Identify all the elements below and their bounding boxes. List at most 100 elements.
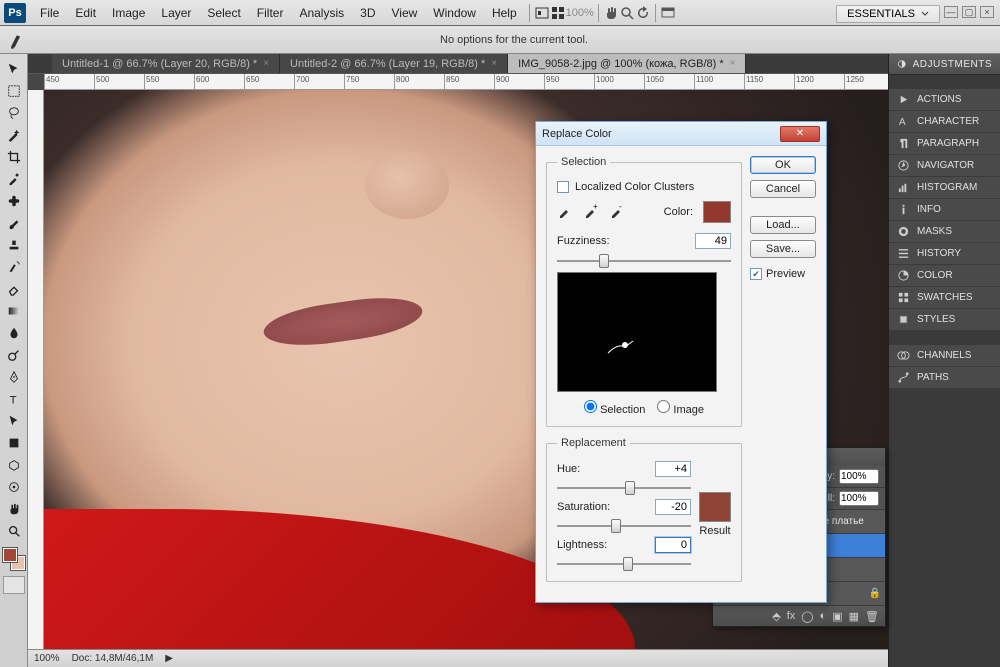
3d-tool[interactable]	[2, 454, 26, 476]
tab-close-icon[interactable]: ×	[491, 58, 497, 69]
document-tab-active[interactable]: IMG_9058-2.jpg @ 100% (кожа, RGB/8) *×	[508, 54, 746, 73]
zoom-tool-icon[interactable]	[619, 5, 635, 21]
panel-navigator[interactable]: NAVIGATOR	[889, 155, 1000, 177]
eyedropper-icon[interactable]	[557, 203, 573, 222]
lasso-tool[interactable]	[2, 102, 26, 124]
lightness-slider[interactable]	[557, 557, 691, 571]
localized-checkbox[interactable]	[557, 181, 569, 193]
type-tool[interactable]: T	[2, 388, 26, 410]
path-select-tool[interactable]	[2, 410, 26, 432]
selection-preview[interactable]	[557, 272, 717, 392]
color-swatches[interactable]	[3, 548, 25, 570]
hue-input[interactable]	[655, 461, 691, 477]
menu-view[interactable]: View	[383, 3, 425, 23]
eyedropper-plus-icon[interactable]: +	[583, 203, 599, 222]
ok-button[interactable]: OK	[750, 156, 816, 174]
lightness-input[interactable]	[655, 537, 691, 553]
menu-select[interactable]: Select	[199, 3, 248, 23]
3d-camera-tool[interactable]	[2, 476, 26, 498]
pen-tool[interactable]	[2, 366, 26, 388]
saturation-slider[interactable]	[557, 519, 691, 533]
cancel-button[interactable]: Cancel	[750, 180, 816, 198]
panel-swatches[interactable]: SWATCHES	[889, 287, 1000, 309]
eyedropper-minus-icon[interactable]: -	[609, 203, 625, 222]
maximize-button[interactable]: ▢	[962, 6, 976, 18]
workspace-switcher[interactable]: ESSENTIALS	[836, 5, 940, 23]
current-tool-icon[interactable]	[8, 31, 30, 49]
menu-window[interactable]: Window	[425, 3, 484, 23]
hand-tool[interactable]	[2, 498, 26, 520]
panel-styles[interactable]: STYLES	[889, 309, 1000, 331]
dialog-titlebar[interactable]: Replace Color ✕	[536, 122, 826, 146]
panel-masks[interactable]: MASKS	[889, 221, 1000, 243]
saturation-input[interactable]	[655, 499, 691, 515]
menu-edit[interactable]: Edit	[67, 3, 104, 23]
document-tab[interactable]: Untitled-1 @ 66.7% (Layer 20, RGB/8) *×	[52, 54, 280, 73]
menu-file[interactable]: File	[32, 3, 67, 23]
bridge-icon[interactable]	[534, 5, 550, 21]
fuzziness-slider[interactable]	[557, 254, 731, 268]
panel-character[interactable]: ACHARACTER	[889, 111, 1000, 133]
gradient-tool[interactable]	[2, 300, 26, 322]
hand-tool-icon[interactable]	[603, 5, 619, 21]
crop-tool[interactable]	[2, 146, 26, 168]
menu-image[interactable]: Image	[104, 3, 153, 23]
menu-analysis[interactable]: Analysis	[291, 3, 352, 23]
healing-tool[interactable]	[2, 190, 26, 212]
zoom-tool[interactable]	[2, 520, 26, 542]
selection-color-swatch[interactable]	[703, 201, 731, 223]
panel-color[interactable]: COLOR	[889, 265, 1000, 287]
panel-histogram[interactable]: HISTOGRAM	[889, 177, 1000, 199]
history-brush-tool[interactable]	[2, 256, 26, 278]
panel-history[interactable]: HISTORY	[889, 243, 1000, 265]
trash-icon[interactable]: 🗑	[865, 610, 879, 623]
radio-image[interactable]: Image	[657, 400, 704, 416]
menu-3d[interactable]: 3D	[352, 3, 383, 23]
tab-close-icon[interactable]: ×	[263, 58, 269, 69]
fuzziness-input[interactable]	[695, 233, 731, 249]
group-icon[interactable]: ▣	[832, 610, 842, 623]
foreground-color-swatch[interactable]	[3, 548, 17, 562]
stamp-tool[interactable]	[2, 234, 26, 256]
dodge-tool[interactable]	[2, 344, 26, 366]
panel-paragraph[interactable]: PARAGRAPH	[889, 133, 1000, 155]
screen-mode-icon[interactable]	[660, 5, 676, 21]
eyedropper-tool[interactable]	[2, 168, 26, 190]
eraser-tool[interactable]	[2, 278, 26, 300]
shape-tool[interactable]	[2, 432, 26, 454]
blur-tool[interactable]	[2, 322, 26, 344]
menu-layer[interactable]: Layer	[153, 3, 199, 23]
panel-info[interactable]: INFO	[889, 199, 1000, 221]
panel-actions[interactable]: ACTIONS	[889, 89, 1000, 111]
document-tab[interactable]: Untitled-2 @ 66.7% (Layer 19, RGB/8) *×	[280, 54, 508, 73]
zoom-dropdown[interactable]: 100%	[566, 5, 594, 21]
preview-checkbox[interactable]: ✔	[750, 268, 762, 280]
adjustment-layer-icon[interactable]: ◐	[820, 610, 827, 622]
link-layers-icon[interactable]: ⬘	[772, 610, 780, 623]
new-layer-icon[interactable]: ▦	[849, 610, 859, 623]
brush-tool[interactable]	[2, 212, 26, 234]
menu-help[interactable]: Help	[484, 3, 525, 23]
panel-paths[interactable]: PATHS	[889, 367, 1000, 389]
quick-mask-toggle[interactable]	[3, 576, 25, 594]
doc-size[interactable]: Doc: 14,8M/46,1M	[72, 653, 154, 664]
marquee-tool[interactable]	[2, 80, 26, 102]
fill-input[interactable]	[839, 491, 879, 506]
menu-filter[interactable]: Filter	[249, 3, 292, 23]
opacity-input[interactable]	[839, 469, 879, 484]
close-button[interactable]: ×	[980, 6, 994, 18]
save-button[interactable]: Save...	[750, 240, 816, 258]
radio-selection[interactable]: Selection	[584, 400, 645, 416]
dialog-close-button[interactable]: ✕	[780, 126, 820, 142]
adjustments-panel-header[interactable]: ADJUSTMENTS	[889, 54, 1000, 75]
zoom-level[interactable]: 100%	[34, 653, 60, 664]
tab-close-icon[interactable]: ×	[730, 58, 736, 69]
panel-channels[interactable]: CHANNELS	[889, 345, 1000, 367]
load-button[interactable]: Load...	[750, 216, 816, 234]
rotate-icon[interactable]	[635, 5, 651, 21]
magic-wand-tool[interactable]	[2, 124, 26, 146]
hue-slider[interactable]	[557, 481, 691, 495]
mask-icon[interactable]: ◯	[801, 610, 813, 623]
minimize-button[interactable]: —	[944, 6, 958, 18]
result-color-swatch[interactable]	[699, 492, 731, 522]
